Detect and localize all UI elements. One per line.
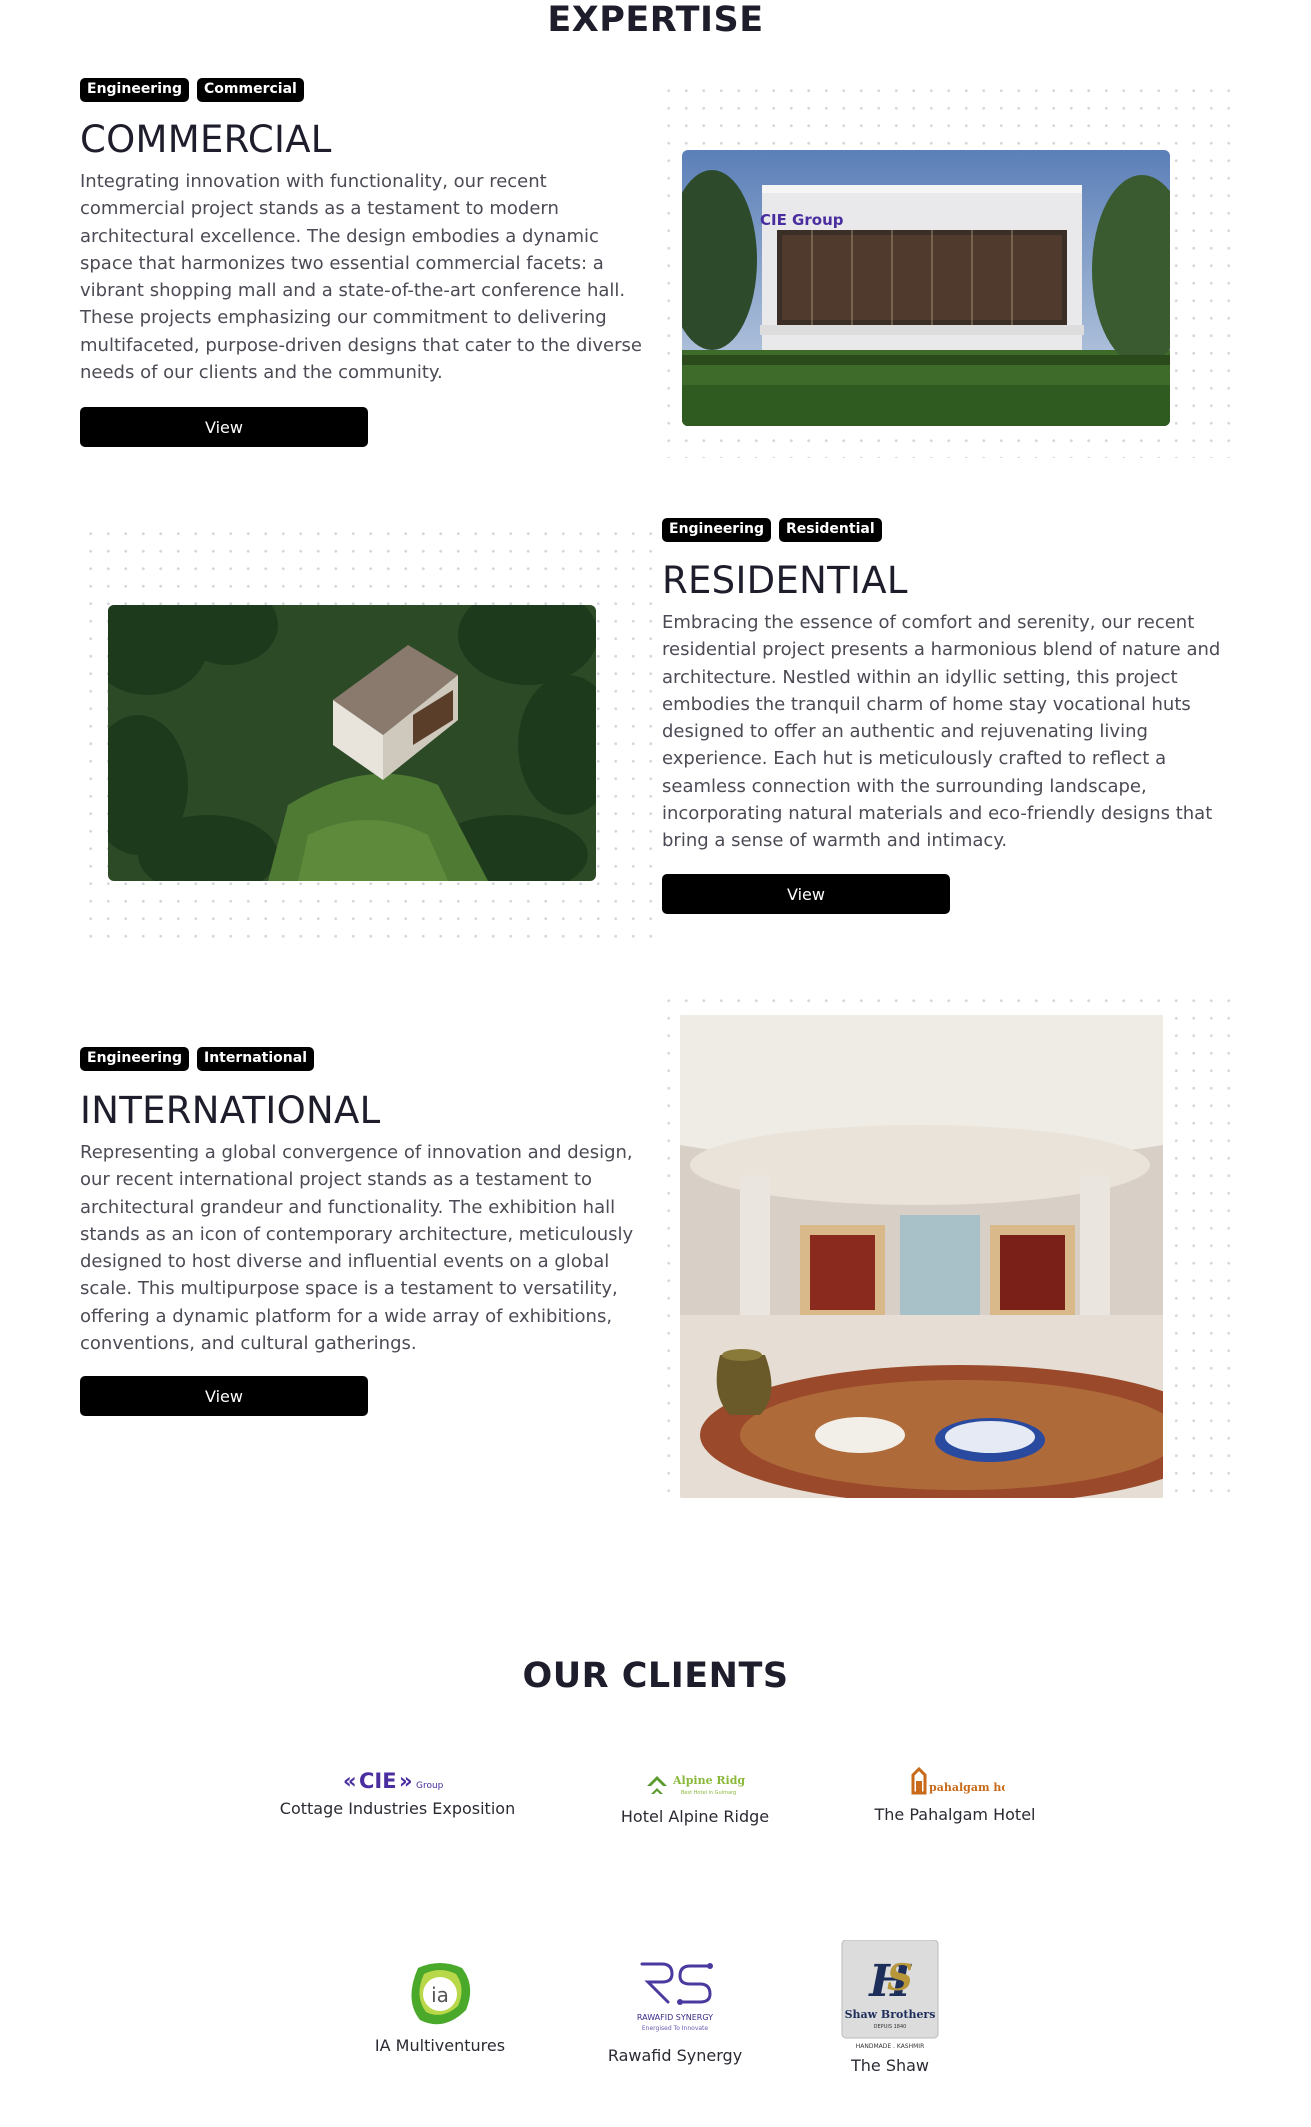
commercial-heading: COMMERCIAL: [80, 118, 332, 161]
residential-tags: Engineering Residential: [662, 518, 882, 542]
residential-description: Embracing the essence of comfort and ser…: [662, 612, 1221, 852]
alpine-ridge-logo: Alpine Ridge Best Hotel in Gulmarg: [647, 1774, 745, 1796]
svg-text:Shaw Brothers: Shaw Brothers: [845, 2008, 936, 2021]
tag-engineering[interactable]: Engineering: [80, 1047, 189, 1071]
commercial-tags: Engineering Commercial: [80, 78, 304, 102]
client-name: IA Multiventures: [374, 2036, 506, 2055]
shaw-brothers-logo: H S Shaw Brothers DEPUIS 1840 HANDMADE .…: [841, 1940, 939, 2050]
svg-text:Best Hotel in Gulmarg: Best Hotel in Gulmarg: [681, 1790, 736, 1796]
pahalgam-hotel-logo: pahalgam hotel: [911, 1766, 1005, 1795]
residential-hut-image: [108, 605, 596, 881]
client-card-the-shaw[interactable]: H S Shaw Brothers DEPUIS 1840 HANDMADE .…: [825, 1940, 955, 2075]
client-card-pahalgam-hotel[interactable]: pahalgam hotel The Pahalgam Hotel: [855, 1765, 1055, 1824]
svg-text:pahalgam hotel: pahalgam hotel: [929, 1781, 1005, 1794]
cie-logo: « CIE » Group: [343, 1769, 444, 1793]
international-tags: Engineering International: [80, 1047, 315, 1071]
client-card-cie[interactable]: « CIE » Group Cottage Industries Exposit…: [270, 1768, 525, 1818]
rawafid-synergy-logo: RAWAFID SYNERGY Energised To Innovate: [637, 1962, 713, 2032]
svg-text:DEPUIS 1840: DEPUIS 1840: [874, 2024, 907, 2030]
commercial-description: Integrating innovation with functionalit…: [80, 171, 642, 384]
ia-multiventures-logo: ia: [411, 1963, 471, 2025]
international-heading: INTERNATIONAL: [80, 1089, 381, 1132]
expertise-title: EXPERTISE: [547, 0, 764, 40]
residential-heading: RESIDENTIAL: [662, 559, 908, 602]
commercial-building-image: CIE Group: [682, 150, 1170, 426]
exhibition-hall-image: [680, 1015, 1163, 1498]
svg-text:«: «: [343, 1769, 357, 1793]
svg-text:»: »: [399, 1769, 413, 1793]
client-name: Cottage Industries Exposition: [279, 1799, 516, 1818]
svg-text:RAWAFID SYNERGY: RAWAFID SYNERGY: [637, 2013, 713, 2022]
clients-title: OUR CLIENTS: [522, 1656, 789, 1696]
international-description: Representing a global convergence of inn…: [80, 1142, 634, 1355]
svg-text:CIE: CIE: [359, 1769, 397, 1793]
svg-text:HANDMADE . KASHMIR: HANDMADE . KASHMIR: [856, 2043, 925, 2050]
svg-text:ia: ia: [431, 1983, 449, 2007]
commercial-view-button[interactable]: View: [80, 407, 368, 447]
image-sign-text: CIE Group: [760, 211, 844, 229]
svg-text:Energised To Innovate: Energised To Innovate: [642, 2025, 709, 2032]
svg-text:S: S: [887, 1957, 913, 1999]
tag-international[interactable]: International: [197, 1047, 315, 1071]
client-card-alpine-ridge[interactable]: Alpine Ridge Best Hotel in Gulmarg Hotel…: [600, 1770, 790, 1826]
client-card-rawafid-synergy[interactable]: RAWAFID SYNERGY Energised To Innovate Ra…: [595, 1952, 755, 2065]
svg-text:Group: Group: [416, 1781, 444, 1791]
client-card-ia-multiventures[interactable]: ia IA Multiventures: [360, 1960, 520, 2055]
client-name: Rawafid Synergy: [607, 2046, 743, 2065]
client-name: Hotel Alpine Ridge: [620, 1807, 770, 1826]
client-name: The Shaw: [850, 2056, 930, 2075]
tag-engineering[interactable]: Engineering: [80, 78, 189, 102]
international-view-button[interactable]: View: [80, 1376, 368, 1416]
residential-view-button[interactable]: View: [662, 874, 950, 914]
tag-commercial[interactable]: Commercial: [197, 78, 304, 102]
tag-residential[interactable]: Residential: [779, 518, 882, 542]
tag-engineering[interactable]: Engineering: [662, 518, 771, 542]
client-name: The Pahalgam Hotel: [874, 1805, 1036, 1824]
svg-text:Alpine Ridge: Alpine Ridge: [672, 1774, 745, 1787]
